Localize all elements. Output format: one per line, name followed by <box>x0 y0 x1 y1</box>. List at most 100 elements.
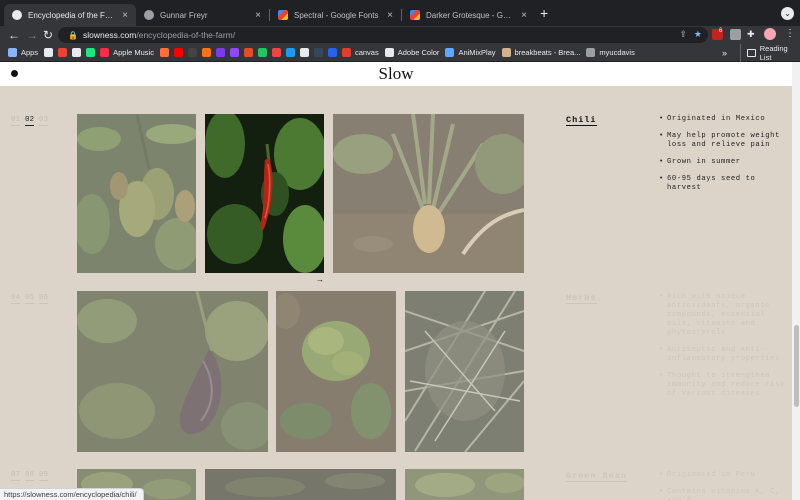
profile-avatar[interactable] <box>764 28 776 40</box>
amazon-icon <box>299 48 309 57</box>
bookmark-label: canvas <box>354 48 379 57</box>
fact-item: May help promote weight loss and relieve… <box>659 132 787 150</box>
tab-title: Encyclopedia of the Farm – Slow <box>28 10 116 20</box>
puzzle-extensions-icon[interactable]: ✚ <box>747 29 758 40</box>
apple-music-icon <box>100 48 110 57</box>
page-scrollbar-thumb[interactable] <box>794 325 799 407</box>
pager-item[interactable]: 06 <box>39 294 49 304</box>
bookmark-item[interactable] <box>72 48 82 57</box>
bookmark-icon <box>327 48 337 57</box>
globe-icon <box>12 10 22 20</box>
tab-spectral[interactable]: Spectral - Google Fonts × <box>270 4 401 26</box>
bookmark-label: Apple Music <box>113 48 154 57</box>
bookmark-icon <box>215 48 225 57</box>
close-tab-icon[interactable]: × <box>255 10 261 21</box>
forward-button[interactable]: → <box>26 27 38 43</box>
bookmark-icon <box>201 48 211 57</box>
bookmark-item[interactable] <box>327 48 337 57</box>
bookmark-breakbeats-brea[interactable]: breakbeats - Brea... <box>501 48 580 57</box>
site-logo[interactable]: Slow <box>0 64 792 84</box>
menu-icon[interactable]: ⋮ <box>785 28 795 40</box>
bookmark-adobe-color[interactable]: Adobe Color <box>384 48 440 57</box>
fact-item: Rich with unique antioxidants, organic c… <box>659 293 787 338</box>
close-tab-icon[interactable]: × <box>521 10 527 21</box>
reload-button[interactable]: ↻ <box>43 27 53 43</box>
next-arrow-icon[interactable]: → <box>316 275 324 284</box>
facts-list-herbs: Rich with unique antioxidants, organic c… <box>659 293 787 407</box>
gmail-icon <box>58 48 68 57</box>
bookmark-item[interactable] <box>285 48 295 57</box>
close-tab-icon[interactable]: × <box>122 10 128 21</box>
bookmark-item[interactable] <box>229 48 239 57</box>
address-bar[interactable]: 🔒 slowness.com/encyclopedia-of-the-farm/… <box>58 27 708 43</box>
tab-darker-grotesque[interactable]: Darker Grotesque - Google Fonts × <box>402 4 535 26</box>
pager-item[interactable]: 04 <box>11 294 21 304</box>
bookmark-canvas[interactable]: canvas <box>341 48 379 57</box>
bookmark-myucdavis[interactable]: myucdavis <box>586 48 635 57</box>
more-bookmarks-button[interactable]: » <box>722 48 727 58</box>
crop-name-green-bean[interactable]: Green Bean <box>566 471 628 482</box>
back-button[interactable]: ← <box>8 27 20 43</box>
bookmark-item[interactable] <box>243 48 253 57</box>
tab-search-button[interactable]: ⌄ <box>781 7 794 20</box>
bookmark-apple-music[interactable]: Apple Music <box>100 48 154 57</box>
bookmark-icon <box>257 48 267 57</box>
pager-herbs: 04 05 06 <box>11 294 49 304</box>
bookmark-item[interactable] <box>215 48 225 57</box>
bookmark-item[interactable] <box>299 48 309 57</box>
avocado-photo[interactable] <box>77 114 196 273</box>
pager-chili: 01 02 03 <box>11 116 49 126</box>
bookmark-item[interactable] <box>58 48 68 57</box>
canvas-icon <box>341 48 351 57</box>
pager-green-bean: 07 08 09 <box>11 471 49 481</box>
crop-name-herbs[interactable]: Herbs <box>566 293 597 304</box>
tab-encyclopedia[interactable]: Encyclopedia of the Farm – Slow × <box>4 4 136 26</box>
dried-herbs-photo[interactable] <box>405 291 524 452</box>
close-tab-icon[interactable]: × <box>387 10 393 21</box>
fact-item: Originated in Peru <box>659 471 787 480</box>
pager-item[interactable]: 07 <box>11 471 21 481</box>
eggplant-photo[interactable] <box>77 291 268 452</box>
bookmark-apps[interactable]: Apps <box>8 48 38 57</box>
bookmark-item[interactable] <box>44 48 54 57</box>
bookmark-label: myucdavis <box>599 48 635 57</box>
reading-list-label: Reading List <box>759 44 788 62</box>
bookmark-star-icon[interactable]: ★ <box>694 29 702 40</box>
pager-item[interactable]: 05 <box>25 294 35 304</box>
bookmark-label: Adobe Color <box>397 48 440 57</box>
bookmark-icon <box>285 48 295 57</box>
bookmark-item[interactable] <box>173 48 183 57</box>
url-host: slowness.com <box>82 30 137 40</box>
bookmark-item[interactable] <box>159 48 169 57</box>
chili-pepper-photo[interactable] <box>205 114 324 273</box>
new-tab-button[interactable]: + <box>540 6 548 20</box>
bookmark-item[interactable] <box>257 48 267 57</box>
bookmark-icon <box>271 48 281 57</box>
bookmark-animixplay[interactable]: AniMixPlay <box>445 48 496 57</box>
pager-item[interactable]: 09 <box>39 471 49 481</box>
fact-item: 60-95 days seed to harvest <box>659 175 787 193</box>
bean-vine-photo[interactable] <box>205 469 396 500</box>
browser-toolbar: ← → ↻ 🔒 slowness.com/encyclopedia-of-the… <box>0 26 800 44</box>
tab-gunnar-freyr[interactable]: Gunnar Freyr × <box>136 4 269 26</box>
page-scrollbar-track[interactable] <box>792 62 800 500</box>
lock-icon: 🔒 <box>68 30 78 40</box>
pager-item[interactable]: 08 <box>25 471 35 481</box>
pager-item[interactable]: 03 <box>39 116 49 126</box>
root-vegetable-photo[interactable] <box>333 114 524 273</box>
bookmark-item[interactable] <box>86 48 96 57</box>
bookmark-icon <box>243 48 253 57</box>
bookmark-item[interactable] <box>187 48 197 57</box>
globe-icon <box>144 10 154 20</box>
reading-list-button[interactable]: Reading List <box>740 44 800 62</box>
extension-icon[interactable] <box>730 29 741 40</box>
bean-leaves-photo[interactable] <box>405 469 524 500</box>
share-icon[interactable]: ⇪ <box>679 29 687 40</box>
pager-item[interactable]: 01 <box>11 116 21 126</box>
bookmark-item[interactable] <box>271 48 281 57</box>
herb-plant-photo[interactable] <box>276 291 396 452</box>
bookmark-item[interactable] <box>313 48 323 57</box>
pager-item-current[interactable]: 02 <box>25 116 35 126</box>
bookmark-item[interactable] <box>201 48 211 57</box>
crop-name-chili[interactable]: Chili <box>566 115 597 126</box>
